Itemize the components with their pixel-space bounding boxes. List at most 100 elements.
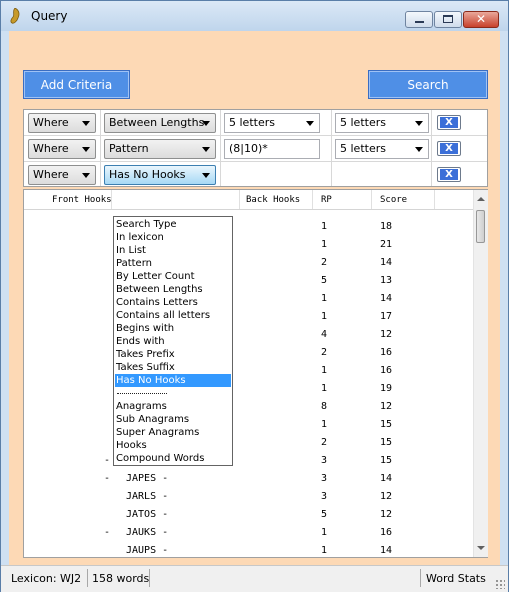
chevron-down-icon [82, 147, 90, 152]
dropdown-option[interactable]: Sub Anagrams [115, 413, 231, 426]
score-cell: 15 [380, 455, 393, 466]
remove-criteria-button-3[interactable]: X [437, 167, 461, 182]
dropdown-option[interactable]: Between Lengths [115, 283, 231, 296]
column-header-back-hooks[interactable]: Back Hooks [246, 195, 300, 205]
table-row[interactable]: JARLS - 3 12 [24, 488, 473, 506]
table-row[interactable]: 1 18 [24, 218, 473, 236]
rp-cell: 8 [321, 401, 328, 412]
where-select-3[interactable]: Where [28, 165, 96, 185]
table-row[interactable]: 1 16 [24, 362, 473, 380]
table-row[interactable]: 4 12 [24, 326, 473, 344]
criteria-type-select-3[interactable]: Has No Hooks [104, 165, 216, 185]
table-row[interactable]: 1 17 [24, 308, 473, 326]
min-length-select-1[interactable]: 5 letters [224, 113, 320, 133]
word-cell: JARLS - [126, 491, 169, 502]
score-cell: 18 [380, 221, 393, 232]
search-button[interactable]: Search [368, 70, 488, 99]
front-hooks-cell: - [103, 473, 110, 484]
column-header-rp[interactable]: RP [321, 195, 332, 205]
divider [331, 110, 332, 186]
dropdown-option[interactable]: Search Type [115, 218, 231, 231]
remove-icon: X [440, 143, 458, 154]
maximize-button[interactable] [434, 11, 462, 28]
chevron-down-icon [82, 173, 90, 178]
criteria-type-dropdown: Search Type In lexicon In List Pattern By Le… [113, 216, 233, 466]
add-criteria-button[interactable]: Add Criteria [23, 70, 130, 99]
criteria-type-select-2-value: Pattern [109, 142, 149, 155]
word-cell: JAPES - [126, 473, 169, 484]
dropdown-option[interactable]: Super Anagrams [115, 426, 231, 439]
table-row[interactable]: - JAPES - 3 14 [24, 470, 473, 488]
rp-cell: 3 [321, 491, 328, 502]
table-row[interactable]: 2 14 [24, 254, 473, 272]
status-divider [149, 569, 150, 587]
column-header-score[interactable]: Score [380, 195, 407, 205]
dropdown-option[interactable]: In List [115, 244, 231, 257]
scroll-thumb[interactable] [476, 210, 485, 243]
word-cell: JAUPS - [126, 545, 169, 556]
divider [24, 161, 487, 162]
dropdown-option[interactable]: By Letter Count [115, 270, 231, 283]
criteria-type-select-2[interactable]: Pattern [104, 139, 216, 159]
score-cell: 21 [380, 239, 393, 250]
dropdown-option[interactable]: In lexicon [115, 231, 231, 244]
dropdown-option[interactable]: Begins with [115, 322, 231, 335]
criteria-type-select-1[interactable]: Between Lengths [104, 113, 216, 133]
vertical-scrollbar[interactable] [473, 190, 488, 557]
table-row[interactable]: - JAUKS - 1 16 [24, 524, 473, 542]
column-divider [371, 190, 372, 209]
remove-criteria-button-2[interactable]: X [437, 141, 461, 156]
chevron-down-icon [202, 121, 210, 126]
table-row[interactable]: 1 15 [24, 416, 473, 434]
dropdown-option[interactable]: Has No Hooks [115, 374, 231, 387]
score-cell: 12 [380, 401, 393, 412]
dropdown-option[interactable]: Compound Words [115, 452, 231, 465]
scroll-down-icon[interactable] [477, 546, 485, 550]
minimize-button[interactable] [405, 11, 433, 28]
table-row[interactable]: 2 16 [24, 344, 473, 362]
criteria-type-select-1-value: Between Lengths [109, 116, 205, 129]
where-select-1[interactable]: Where [28, 113, 96, 133]
table-row[interactable]: 1 14 [24, 290, 473, 308]
front-hooks-cell: - [103, 527, 110, 538]
score-cell: 16 [380, 347, 393, 358]
score-cell: 17 [380, 311, 393, 322]
column-header-front-hooks[interactable]: Front Hooks [52, 195, 112, 205]
table-row[interactable]: JATOS - 5 12 [24, 506, 473, 524]
dropdown-option[interactable]: Ends with [115, 335, 231, 348]
score-cell: 19 [380, 383, 393, 394]
chevron-down-icon [415, 147, 423, 152]
scroll-up-icon[interactable] [477, 197, 485, 201]
score-cell: 15 [380, 437, 393, 448]
table-row[interactable]: 5 13 [24, 272, 473, 290]
remove-criteria-button-1[interactable]: X [437, 115, 461, 130]
word-cell: JAUKS - [126, 527, 169, 538]
dropdown-option[interactable]: Contains Letters [115, 296, 231, 309]
status-bar: Lexicon: WJ2 158 words Word Stats [1, 565, 508, 592]
table-row[interactable]: -JAPED -315 [24, 452, 473, 470]
title-bar[interactable]: Query ✕ [1, 1, 508, 31]
dropdown-option[interactable]: Anagrams [115, 400, 231, 413]
table-row[interactable]: 1 19 [24, 380, 473, 398]
length-select-2[interactable]: 5 letters [335, 139, 429, 159]
table-row[interactable]: 1 21 [24, 236, 473, 254]
table-row[interactable]: JANTY215 [24, 434, 473, 452]
pattern-input[interactable]: (8|10)* [224, 139, 320, 159]
table-row[interactable]: 8 12 [24, 398, 473, 416]
max-length-select-1[interactable]: 5 letters [335, 113, 429, 133]
dropdown-option[interactable]: Hooks [115, 439, 231, 452]
dropdown-option[interactable]: Contains all letters [115, 309, 231, 322]
table-row[interactable]: JAUPS - 1 14 [24, 542, 473, 560]
results-grid[interactable]: Front Hooks Back Hooks RP Score 1 18 1 21 2 1… [23, 189, 488, 558]
dropdown-option[interactable]: Pattern [115, 257, 231, 270]
resize-grip-icon[interactable] [495, 579, 505, 589]
where-select-2[interactable]: Where [28, 139, 96, 159]
where-select-2-value: Where [33, 142, 69, 155]
score-cell: 14 [380, 257, 393, 268]
dropdown-option[interactable]: Takes Prefix [115, 348, 231, 361]
close-button[interactable]: ✕ [463, 11, 499, 28]
divider [220, 110, 221, 186]
dropdown-option[interactable]: Takes Suffix [115, 361, 231, 374]
score-cell: 16 [380, 365, 393, 376]
front-hooks-cell: - [103, 455, 110, 466]
